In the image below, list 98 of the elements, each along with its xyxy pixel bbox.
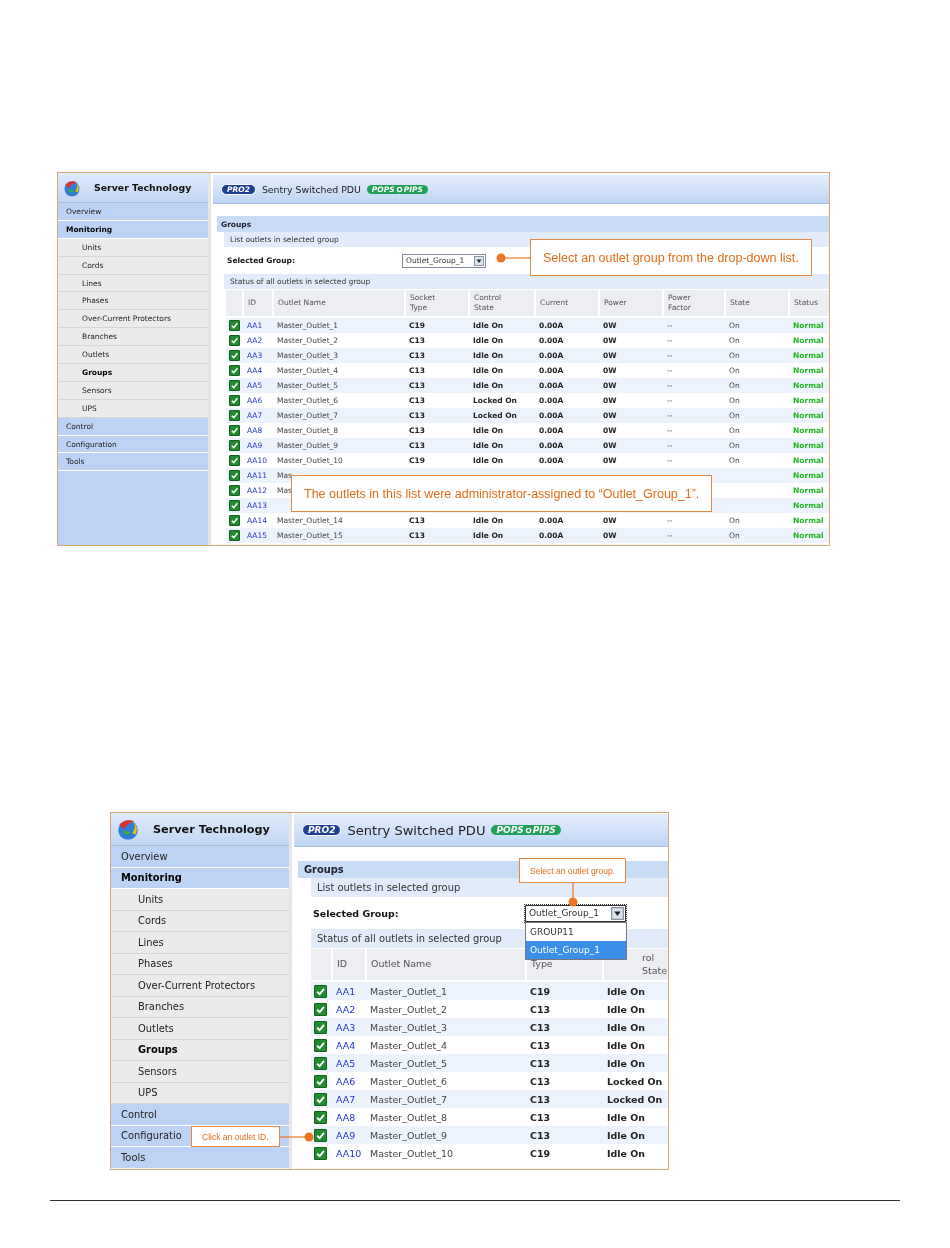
checkbox[interactable] xyxy=(229,485,240,496)
outlet-link[interactable]: AA2 xyxy=(336,1003,356,1015)
table-cell: C13 xyxy=(530,1003,551,1015)
checkbox[interactable] xyxy=(314,1020,327,1034)
checkbox[interactable] xyxy=(314,1002,327,1016)
subsection-header: List outlets in selected group xyxy=(311,878,668,897)
table-cell: Idle On xyxy=(607,1039,645,1051)
outlet-link[interactable]: AA3 xyxy=(336,1021,356,1033)
checkbox[interactable] xyxy=(229,335,240,346)
table-cell: Master_Outlet_9 xyxy=(370,1129,447,1141)
checkbox[interactable] xyxy=(229,530,240,541)
table-cell: Idle On xyxy=(607,1021,645,1033)
table-cell: Idle On xyxy=(607,1111,645,1123)
sidebar-item[interactable]: Sensors xyxy=(111,1061,289,1083)
checkbox[interactable] xyxy=(229,440,240,451)
callout-pointer xyxy=(567,883,578,907)
logo-text: POPS xyxy=(496,825,524,835)
product-title: Sentry Switched PDU xyxy=(261,183,361,195)
sidebar-item[interactable]: Cords xyxy=(111,910,289,932)
table-cell: Idle On xyxy=(607,1129,645,1141)
sidebar-item[interactable]: Units xyxy=(111,889,289,911)
product-badge: PRO2 xyxy=(302,824,342,836)
field-label: Selected Group: xyxy=(313,907,400,919)
checkbox[interactable] xyxy=(229,395,240,406)
sidebar-item[interactable]: Branches xyxy=(111,996,289,1018)
table-cell: Idle On xyxy=(607,985,645,997)
table-cell: C13 xyxy=(530,1111,551,1123)
logo-text: PIPS xyxy=(532,825,556,835)
table-cell: Master_Outlet_1 xyxy=(370,985,447,997)
sidebar-item[interactable]: Outlets xyxy=(111,1018,289,1040)
outlet-link[interactable]: AA5 xyxy=(336,1057,356,1069)
checkbox[interactable] xyxy=(229,470,240,481)
sidebar-item[interactable]: Lines xyxy=(111,932,289,954)
checkbox[interactable] xyxy=(229,320,240,331)
checkbox[interactable] xyxy=(229,350,240,361)
callout-tooltip: Select an outlet group from the drop-down list. xyxy=(530,239,812,276)
table-cell: Master_Outlet_3 xyxy=(370,1021,447,1033)
table-cell: C13 xyxy=(530,1057,551,1069)
checkbox[interactable] xyxy=(314,1038,327,1052)
outlet-link[interactable]: AA8 xyxy=(336,1111,356,1123)
product-title: Sentry Switched PDU xyxy=(347,822,486,838)
outlet-link[interactable]: AA6 xyxy=(336,1075,356,1087)
checkbox[interactable] xyxy=(229,500,240,511)
checkbox[interactable] xyxy=(314,1146,327,1160)
checkbox[interactable] xyxy=(229,380,240,391)
callout-pointer xyxy=(279,1131,314,1142)
sidebar-item[interactable]: UPS xyxy=(111,1082,289,1104)
table-cell: Master_Outlet_6 xyxy=(370,1075,447,1087)
callout-tooltip: Click an outlet ID. xyxy=(191,1126,280,1147)
table-cell: C19 xyxy=(530,985,551,997)
callout-tooltip: The outlets in this list were administrator-assigned to “Outlet_Group_1”. xyxy=(291,475,713,512)
brand-name: Server Technology xyxy=(94,182,192,193)
checkbox[interactable] xyxy=(314,1074,327,1088)
sidebar-item[interactable]: Groups xyxy=(111,1039,289,1061)
table-cell: C13 xyxy=(530,1075,551,1087)
table-cell: C19 xyxy=(530,1147,551,1159)
checkbox[interactable] xyxy=(314,1128,327,1142)
table-cell: Idle On xyxy=(607,1147,645,1159)
table-cell: C13 xyxy=(530,1129,551,1141)
table-cell: Idle On xyxy=(607,1003,645,1015)
checkbox[interactable] xyxy=(314,1110,327,1124)
table-cell: Master_Outlet_4 xyxy=(370,1039,447,1051)
table-cell: Master_Outlet_8 xyxy=(370,1111,447,1123)
column-header xyxy=(226,290,242,316)
table-cell: C13 xyxy=(530,1039,551,1051)
sidebar-item[interactable]: Over-Current Protectors xyxy=(111,975,289,997)
outlet-link[interactable]: AA1 xyxy=(336,985,356,997)
checkbox[interactable] xyxy=(314,1056,327,1070)
outlet-link[interactable]: AA10 xyxy=(336,1147,362,1159)
outlet-link[interactable]: AA4 xyxy=(336,1039,356,1051)
table-cell: Idle On xyxy=(607,1057,645,1069)
checkbox[interactable] xyxy=(314,984,327,998)
column-header: ID xyxy=(333,949,365,980)
brand-name: Server Technology xyxy=(153,822,270,836)
checkbox[interactable] xyxy=(229,410,240,421)
checkbox[interactable] xyxy=(229,365,240,376)
checkbox[interactable] xyxy=(229,455,240,466)
table-cell: C13 xyxy=(530,1093,551,1105)
column-header: Outlet Name xyxy=(367,949,525,980)
checkbox[interactable] xyxy=(229,515,240,526)
outlet-link[interactable]: AA7 xyxy=(336,1093,356,1105)
table-cell: Master_Outlet_7 xyxy=(370,1093,447,1105)
table-cell: Master_Outlet_2 xyxy=(370,1003,447,1015)
caret-icon xyxy=(611,906,624,920)
outlet-link[interactable]: AA9 xyxy=(336,1129,356,1141)
caret-icon xyxy=(474,255,484,266)
table-cell: Master_Outlet_10 xyxy=(370,1147,453,1159)
group-dropdown[interactable]: Outlet_Group_1 xyxy=(525,904,626,922)
table-cell: Locked On xyxy=(607,1075,663,1087)
sidebar-item[interactable]: Phases xyxy=(111,953,289,975)
table-cell: Master_Outlet_5 xyxy=(370,1057,447,1069)
checkbox[interactable] xyxy=(229,425,240,436)
callout-pointer xyxy=(496,252,530,263)
table-cell: C13 xyxy=(530,1021,551,1033)
checkbox[interactable] xyxy=(314,1092,327,1106)
column-header xyxy=(311,949,331,980)
callout-tooltip: Select an outlet group. xyxy=(519,858,627,883)
table-cell: Locked On xyxy=(607,1093,663,1105)
